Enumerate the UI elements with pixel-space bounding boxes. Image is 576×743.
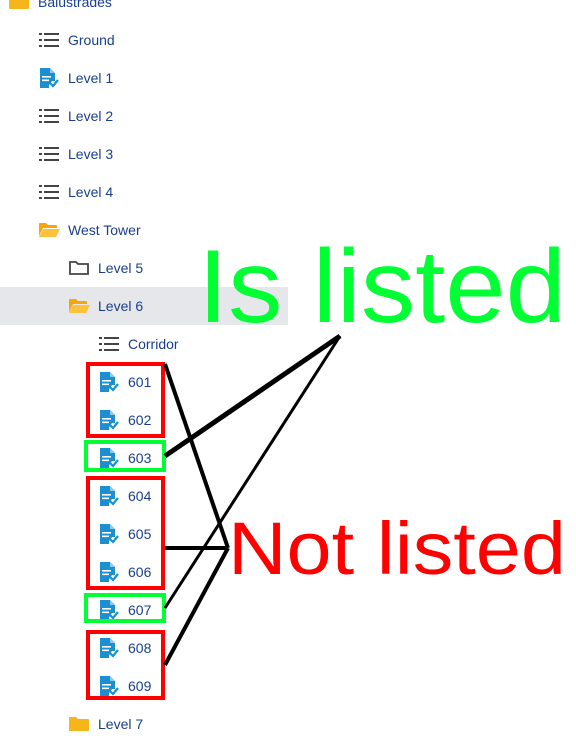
tree-item[interactable]: Level 4 [0,173,288,211]
tree-item[interactable]: 605 [0,515,288,553]
tree-item[interactable]: 604 [0,477,288,515]
document-check-icon [98,447,120,469]
tree-item[interactable]: 608 [0,629,288,667]
tree-item[interactable]: 601 [0,363,288,401]
tree-item-label: Ground [68,32,115,48]
tree-item-label: Level 6 [98,298,144,314]
tree-item[interactable]: Level 3 [0,135,288,173]
tree-item[interactable]: 609 [0,667,288,705]
tree-item-label: Level 7 [98,716,144,732]
tree-item-label: Level 1 [68,70,114,86]
folder-icon [8,0,30,13]
folder-open-icon [38,219,60,241]
tree-item-label: 606 [128,564,152,580]
tree-item-label: 604 [128,488,152,504]
tree-item[interactable]: 606 [0,553,288,591]
tree-item-label: Level 2 [68,108,114,124]
tree-item-label: 601 [128,374,152,390]
document-check-icon [98,675,120,697]
tree-item[interactable]: Balustrades [0,0,288,21]
document-check-icon [98,637,120,659]
tree-item-label: 607 [128,602,152,618]
folder-icon [68,713,90,735]
tree-item-label: Balustrades [38,0,112,10]
list-icon [38,143,60,165]
tree-item-label: 605 [128,526,152,542]
document-check-icon [98,599,120,621]
tree-item[interactable]: West Tower [0,211,288,249]
tree-item-label: Corridor [128,336,179,352]
tree-item[interactable]: Ground [0,21,288,59]
folder-outline-icon [68,257,90,279]
tree-item-label: West Tower [68,222,141,238]
list-icon [38,105,60,127]
tree-item[interactable]: Level 6 [0,287,288,325]
document-check-icon [98,409,120,431]
tree-item[interactable]: 603 [0,439,288,477]
tree-item-label: Level 5 [98,260,144,276]
document-check-icon [38,67,60,89]
tree-item[interactable]: Level 7 [0,705,288,743]
folder-open-icon [68,295,90,317]
tree-item-label: 608 [128,640,152,656]
tree-item[interactable]: Corridor [0,325,288,363]
tree-item[interactable]: Level 5 [0,249,288,287]
document-check-icon [98,485,120,507]
tree-item-label: Level 3 [68,146,114,162]
tree-item[interactable]: 607 [0,591,288,629]
document-check-icon [98,561,120,583]
tree-item-label: 602 [128,412,152,428]
tree-item-label: 609 [128,678,152,694]
list-icon [38,29,60,51]
document-check-icon [98,523,120,545]
list-icon [98,333,120,355]
tree-item[interactable]: Level 2 [0,97,288,135]
tree-item-label: Level 4 [68,184,114,200]
tree-item[interactable]: Level 1 [0,59,288,97]
document-check-icon [98,371,120,393]
tree-item[interactable]: 602 [0,401,288,439]
tree-item-label: 603 [128,450,152,466]
list-icon [38,181,60,203]
